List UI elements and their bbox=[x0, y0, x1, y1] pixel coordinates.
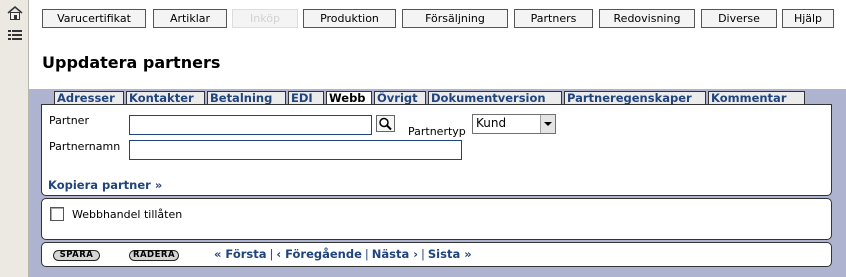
tab-ovrigt[interactable]: Övrigt bbox=[374, 91, 426, 105]
menu-redovisning[interactable]: Redovisning bbox=[599, 9, 695, 28]
pagination: « Första | ‹ Föregående | Nästa › | Sista » bbox=[214, 247, 472, 261]
separator: | bbox=[364, 247, 369, 261]
main-content: Uppdatera partners Adresser Kontakter Be… bbox=[29, 36, 846, 277]
menu-artiklar[interactable]: Artiklar bbox=[153, 9, 227, 28]
copy-partner-link[interactable]: Kopiera partner » bbox=[48, 178, 162, 192]
partnertyp-select[interactable]: Kund bbox=[472, 114, 556, 134]
web-settings-panel: Webbhandel tillåten bbox=[41, 198, 832, 240]
heading-band: Uppdatera partners bbox=[29, 36, 846, 89]
tab-partneregenskaper[interactable]: Partneregenskaper bbox=[564, 91, 706, 105]
left-sidebar bbox=[0, 0, 29, 277]
magnifier-icon bbox=[379, 117, 392, 131]
webbhandel-checkbox[interactable] bbox=[50, 207, 64, 221]
home-icon[interactable] bbox=[7, 6, 23, 20]
actions-panel: SPARA RADERA « Första | ‹ Föregående | Nästa… bbox=[41, 242, 832, 267]
menu-inkop: Inköp bbox=[232, 9, 298, 28]
tab-adresser[interactable]: Adresser bbox=[54, 91, 124, 105]
list-icon[interactable] bbox=[7, 29, 23, 43]
menu-hjalp[interactable]: Hjälp bbox=[782, 9, 834, 28]
partner-label: Partner bbox=[49, 114, 89, 127]
top-menu-bar: Varucertifikat Artiklar Inköp Produktion… bbox=[29, 0, 846, 36]
save-button[interactable]: SPARA bbox=[53, 250, 100, 261]
tab-kommentar[interactable]: Kommentar bbox=[708, 91, 805, 105]
menu-produktion[interactable]: Produktion bbox=[303, 9, 396, 28]
menu-forsaljning[interactable]: Försäljning bbox=[402, 9, 508, 28]
partner-search-button[interactable] bbox=[376, 115, 395, 132]
partner-input[interactable] bbox=[129, 115, 372, 135]
tab-betalning[interactable]: Betalning bbox=[207, 91, 286, 105]
delete-button[interactable]: RADERA bbox=[129, 250, 179, 261]
tab-kontakter[interactable]: Kontakter bbox=[126, 91, 205, 105]
menu-diverse[interactable]: Diverse bbox=[701, 9, 777, 28]
partnernamn-label: Partnernamn bbox=[49, 140, 121, 153]
prev-link[interactable]: ‹ Föregående bbox=[276, 247, 362, 261]
last-link[interactable]: Sista » bbox=[428, 247, 472, 261]
separator: | bbox=[421, 247, 425, 261]
partnernamn-input[interactable] bbox=[129, 140, 462, 160]
menu-partners[interactable]: Partners bbox=[514, 9, 593, 28]
partnertyp-label: Partnertyp bbox=[408, 125, 466, 138]
webbhandel-label: Webbhandel tillåten bbox=[72, 208, 183, 221]
page-title: Uppdatera partners bbox=[42, 53, 221, 72]
tab-dokumentversion[interactable]: Dokumentversion bbox=[428, 91, 562, 105]
menu-varucertifikat[interactable]: Varucertifikat bbox=[42, 9, 146, 28]
tab-edi[interactable]: EDI bbox=[288, 91, 324, 105]
first-link[interactable]: « Första bbox=[214, 247, 267, 261]
partner-form-panel: Partner Partnertyp Kund Partnernamn Kopi… bbox=[41, 104, 832, 196]
next-link[interactable]: Nästa › bbox=[372, 247, 418, 261]
partnertyp-value: Kund bbox=[476, 116, 507, 130]
chevron-down-icon bbox=[540, 115, 555, 133]
separator: | bbox=[269, 247, 274, 261]
